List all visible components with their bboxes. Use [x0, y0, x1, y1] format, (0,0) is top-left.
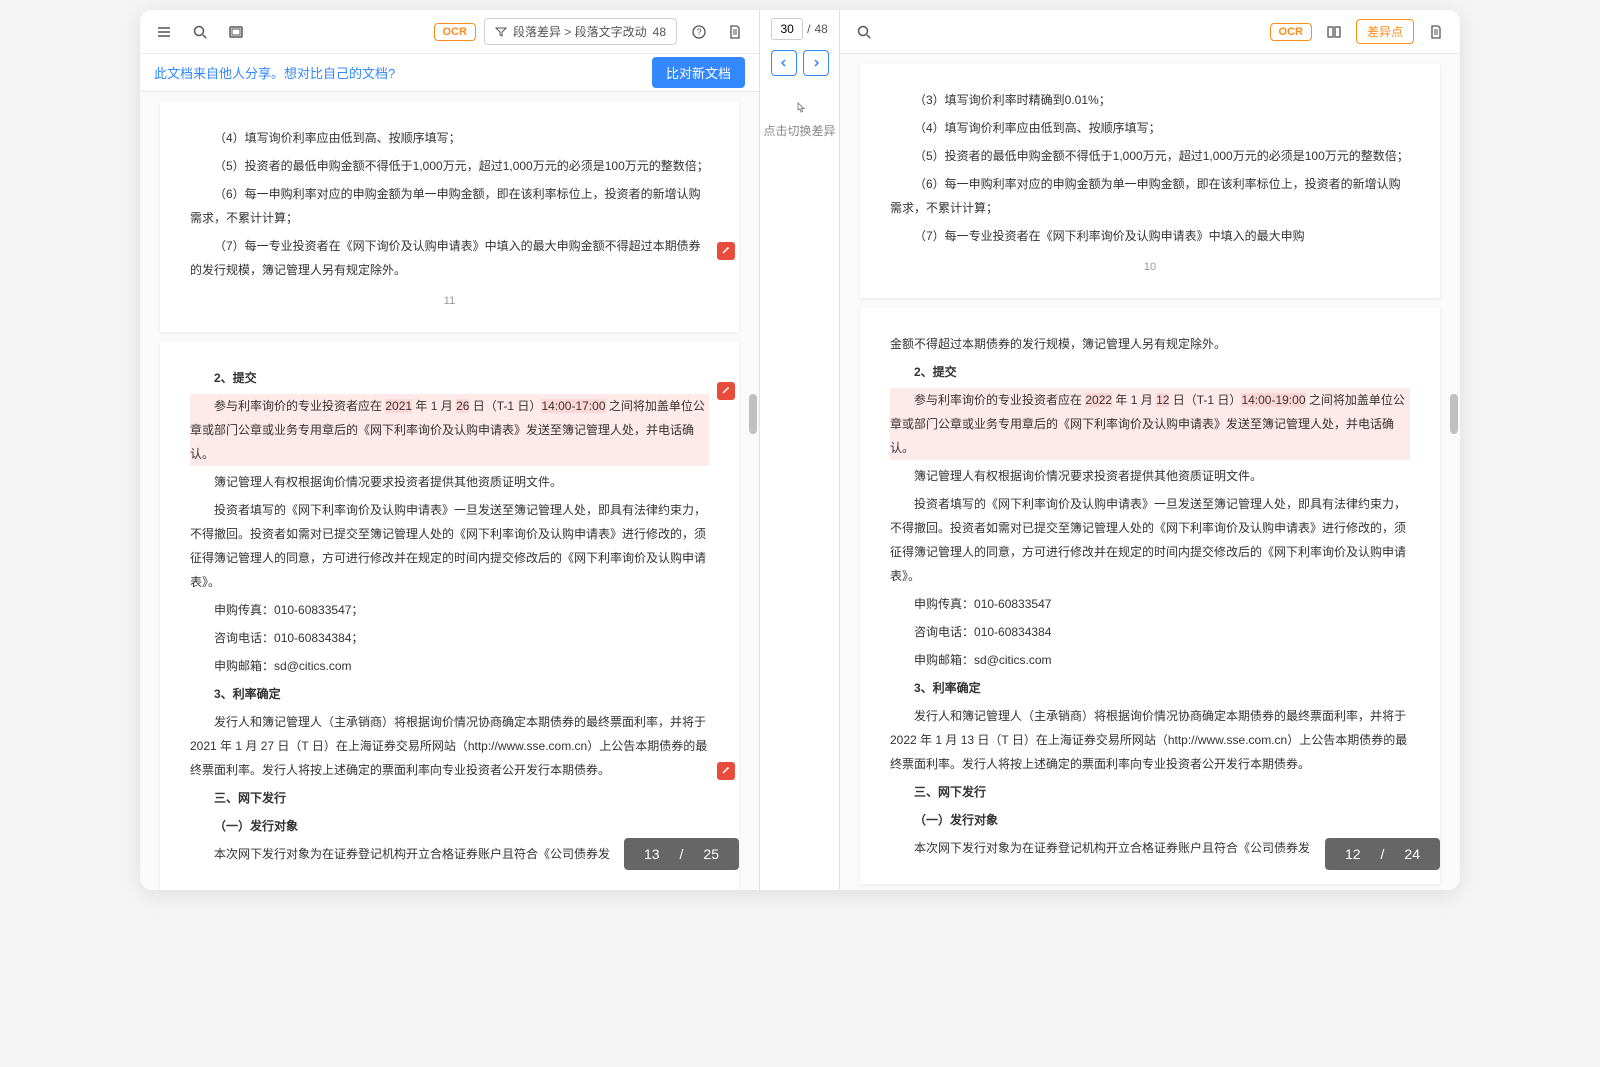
right-page-badge: 12 / 24: [1325, 838, 1440, 870]
nav-arrows: [771, 50, 829, 76]
right-scrollbar[interactable]: [1450, 54, 1458, 890]
document-icon[interactable]: [721, 18, 749, 46]
prev-diff-button[interactable]: [771, 50, 797, 76]
mail-line: 申购邮箱：sd@citics.com: [890, 648, 1410, 672]
layout-icon[interactable]: [222, 18, 250, 46]
paragraph: （5）投资者的最低申购金额不得低于1,000万元，超过1,000万元的必须是10…: [890, 144, 1410, 168]
left-doc-page-2: 2、提交 参与利率询价的专业投资者应在 2021 年 1 月 26 日（T-1 …: [160, 342, 739, 890]
diff-total: 48: [814, 22, 827, 36]
right-doc-page-2: 金额不得超过本期债券的发行规模，簿记管理人另有规定除外。 2、提交 参与利率询价…: [860, 308, 1440, 884]
paragraph: （6）每一申购利率对应的申购金额为单一申购金额，即在该利率标位上，投资者的新增认…: [890, 172, 1410, 220]
paragraph: 投资者填写的《网下利率询价及认购申请表》一旦发送至簿记管理人处，即具有法律约束力…: [890, 492, 1410, 588]
app-root: OCR 段落差异 > 段落文字改动 48 ? 此文档来自他人分享。想对比自己的文…: [140, 10, 1460, 890]
right-doc-page-1: （3）填写询价利率时精确到0.01%； （4）填写询价利率应由低到高、按顺序填写…: [860, 64, 1440, 298]
compare-new-button[interactable]: 比对新文档: [652, 57, 745, 88]
counter-sep: /: [807, 22, 810, 36]
heading: （一）发行对象: [890, 808, 1410, 832]
share-banner: 此文档来自他人分享。想对比自己的文档? 比对新文档: [140, 54, 759, 92]
banner-text: 此文档来自他人分享。想对比自己的文档?: [154, 63, 395, 82]
paragraph: （7）每一专业投资者在《网下利率询价及认购申请表》中填入的最大申购: [890, 224, 1410, 248]
left-doc-page-1: （4）填写询价利率应由低到高、按顺序填写； （5）投资者的最低申购金额不得低于1…: [160, 102, 739, 332]
filter-icon: [495, 26, 507, 38]
right-pane: OCR 差异点 （3）填写询价利率时精确到0.01%； （4）填写询价利率应由低…: [840, 10, 1460, 890]
diff-paragraph: 参与利率询价的专业投资者应在 2021 年 1 月 26 日（T-1 日）14:…: [190, 394, 709, 466]
page-current: 12: [1345, 846, 1361, 862]
paragraph: （5）投资者的最低申购金额不得低于1,000万元，超过1,000万元的必须是10…: [190, 154, 709, 178]
fax-line: 申购传真：010-60833547；: [190, 598, 709, 622]
left-content[interactable]: （4）填写询价利率应由低到高、按顺序填写； （5）投资者的最低申购金额不得低于1…: [140, 92, 759, 890]
page-number: 10: [890, 256, 1410, 278]
paragraph: 簿记管理人有权根据询价情况要求投资者提供其他资质证明文件。: [190, 470, 709, 494]
click-hint: 点击切换差异: [763, 122, 835, 139]
diff-marker[interactable]: [717, 242, 735, 260]
heading: 三、网下发行: [190, 786, 709, 810]
left-pane: OCR 段落差异 > 段落文字改动 48 ? 此文档来自他人分享。想对比自己的文…: [140, 10, 760, 890]
diff-points-button[interactable]: 差异点: [1356, 19, 1414, 44]
paragraph: （7）每一专业投资者在《网下询价及认购申请表》中填入的最大申购金额不得超过本期债…: [190, 234, 709, 282]
diff-filter-chip[interactable]: 段落差异 > 段落文字改动 48: [484, 18, 677, 45]
pointer-icon: [792, 100, 808, 116]
page-total: 25: [703, 846, 719, 862]
ocr-button[interactable]: OCR: [434, 23, 476, 41]
cursor-hint: [792, 100, 808, 116]
page-total: 24: [1404, 846, 1420, 862]
tel-line: 咨询电话：010-60834384: [890, 620, 1410, 644]
diff-marker[interactable]: [717, 382, 735, 400]
page-number: 11: [190, 290, 709, 312]
left-toolbar: OCR 段落差异 > 段落文字改动 48 ?: [140, 10, 759, 54]
paragraph: （3）填写询价利率时精确到0.01%；: [890, 88, 1410, 112]
filter-count: 48: [653, 25, 666, 39]
right-toolbar: OCR 差异点: [840, 10, 1460, 54]
center-pane: / 48 点击切换差异: [760, 10, 840, 890]
diff-marker[interactable]: [717, 762, 735, 780]
heading: 三、网下发行: [890, 780, 1410, 804]
diff-paragraph: 参与利率询价的专业投资者应在 2022 年 1 月 12 日（T-1 日）14:…: [890, 388, 1410, 460]
diff-current-input[interactable]: [771, 18, 803, 40]
help-icon[interactable]: ?: [685, 18, 713, 46]
ocr-button[interactable]: OCR: [1270, 23, 1312, 41]
left-scrollbar[interactable]: [749, 54, 757, 890]
mail-line: 申购邮箱：sd@citics.com: [190, 654, 709, 678]
paragraph: 投资者填写的《网下利率询价及认购申请表》一旦发送至簿记管理人处，即具有法律约束力…: [190, 498, 709, 594]
left-page-badge: 13 / 25: [624, 838, 739, 870]
filter-label: 段落差异 > 段落文字改动: [513, 23, 647, 40]
diff-counter: / 48: [771, 18, 828, 40]
page-sep: /: [1381, 846, 1385, 862]
paragraph: 发行人和簿记管理人（主承销商）将根据询价情况协商确定本期债券的最终票面利率，并将…: [890, 704, 1410, 776]
document-icon[interactable]: [1422, 18, 1450, 46]
next-diff-button[interactable]: [803, 50, 829, 76]
paragraph: 发行人和簿记管理人（主承销商）将根据询价情况协商确定本期债券的最终票面利率，并将…: [190, 710, 709, 782]
menu-icon[interactable]: [150, 18, 178, 46]
heading: 3、利率确定: [190, 682, 709, 706]
paragraph: （4）填写询价利率应由低到高、按顺序填写；: [890, 116, 1410, 140]
right-content[interactable]: （3）填写询价利率时精确到0.01%； （4）填写询价利率应由低到高、按顺序填写…: [840, 54, 1460, 890]
tel-line: 咨询电话：010-60834384；: [190, 626, 709, 650]
search-icon[interactable]: [850, 18, 878, 46]
heading: 3、利率确定: [890, 676, 1410, 700]
fax-line: 申购传真：010-60833547: [890, 592, 1410, 616]
paragraph: 簿记管理人有权根据询价情况要求投资者提供其他资质证明文件。: [890, 464, 1410, 488]
search-icon[interactable]: [186, 18, 214, 46]
paragraph: 金额不得超过本期债券的发行规模，簿记管理人另有规定除外。: [890, 332, 1410, 356]
page-sep: /: [680, 846, 684, 862]
paragraph: （6）每一申购利率对应的申购金额为单一申购金额，即在该利率标位上，投资者的新增认…: [190, 182, 709, 230]
heading: （一）发行对象: [190, 814, 709, 838]
columns-icon[interactable]: [1320, 18, 1348, 46]
page-current: 13: [644, 846, 660, 862]
heading: 2、提交: [890, 360, 1410, 384]
svg-text:?: ?: [696, 27, 701, 37]
heading: 2、提交: [190, 366, 709, 390]
paragraph: （4）填写询价利率应由低到高、按顺序填写；: [190, 126, 709, 150]
